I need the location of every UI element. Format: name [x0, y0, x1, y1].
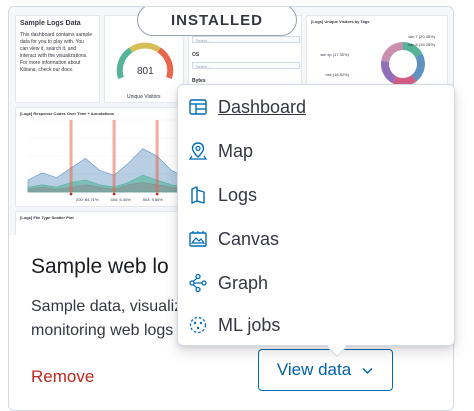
- view-data-button[interactable]: View data: [258, 349, 393, 391]
- view-data-label: View data: [276, 360, 352, 379]
- pie-title: [Logs] Unique Visitors by Tags: [311, 19, 370, 24]
- bottom-panel-title: [Logs] File Type Scatter Plot: [20, 215, 74, 220]
- timeline-legend: 200: 84.71% 404: 5.44% 503: 9.85%: [76, 196, 163, 203]
- preview-info-panel: Sample Logs Data This dashboard contains…: [15, 15, 100, 103]
- installed-badge: INSTALLED: [137, 7, 297, 36]
- legend-503: 503: 9.85%: [142, 197, 163, 202]
- preview-select-1: Select...: [192, 36, 300, 43]
- pie-label: win xp (17.30%): [320, 52, 349, 57]
- pie-label: win 8 (15.28%): [408, 42, 435, 47]
- menu-item-map[interactable]: Map: [188, 133, 444, 169]
- canvas-icon: [189, 231, 207, 247]
- gauge-label: Unique Visitors: [127, 94, 161, 100]
- preview-panel-text: This dashboard contains sample data for …: [20, 32, 92, 73]
- pie-label: osx (16.82%): [325, 72, 349, 77]
- menu-item-ml-jobs[interactable]: ML jobs: [188, 307, 444, 343]
- pie-slice: [381, 42, 403, 62]
- card-title: Sample web lo: [31, 255, 169, 278]
- remove-button[interactable]: Remove: [31, 367, 94, 387]
- legend-200: 200: 84.71%: [76, 197, 99, 202]
- logs-icon: [191, 186, 205, 204]
- annotation-band: [155, 120, 159, 192]
- card-description: Sample data, visualiz monitoring web log…: [31, 298, 183, 339]
- annotation-marker: [155, 192, 159, 196]
- ml-jobs-icon: [189, 316, 207, 334]
- menu-item-canvas[interactable]: Canvas: [188, 221, 444, 257]
- dashboard-icon: [189, 99, 207, 115]
- menu-item-graph[interactable]: Graph: [188, 265, 444, 301]
- view-data-menu: Dashboard Map Logs Canvas Graph ML jobs: [177, 84, 455, 346]
- preview-os-label: OS: [192, 52, 200, 58]
- chevron-down-icon: [362, 367, 373, 374]
- timeline-title: [Logs] Response Codes Over Time + Annota…: [20, 111, 115, 116]
- pie-slice: [381, 60, 397, 84]
- pie-slice: [411, 53, 425, 82]
- preview-panel-title: Sample Logs Data: [20, 20, 81, 27]
- annotation-marker: [112, 192, 116, 196]
- pie-label: win 7 (20.35%): [408, 34, 435, 39]
- map-icon: [188, 142, 208, 160]
- graph-icon: [189, 273, 207, 293]
- gauge-value: 801: [137, 66, 154, 77]
- annotation-band: [69, 120, 73, 192]
- menu-item-logs[interactable]: Logs: [188, 177, 444, 213]
- annotation-band: [112, 120, 116, 192]
- menu-item-dashboard[interactable]: Dashboard: [188, 89, 444, 125]
- preview-select-2: Select...: [192, 62, 300, 69]
- annotation-marker: [69, 192, 73, 196]
- legend-404: 404: 5.44%: [110, 197, 131, 202]
